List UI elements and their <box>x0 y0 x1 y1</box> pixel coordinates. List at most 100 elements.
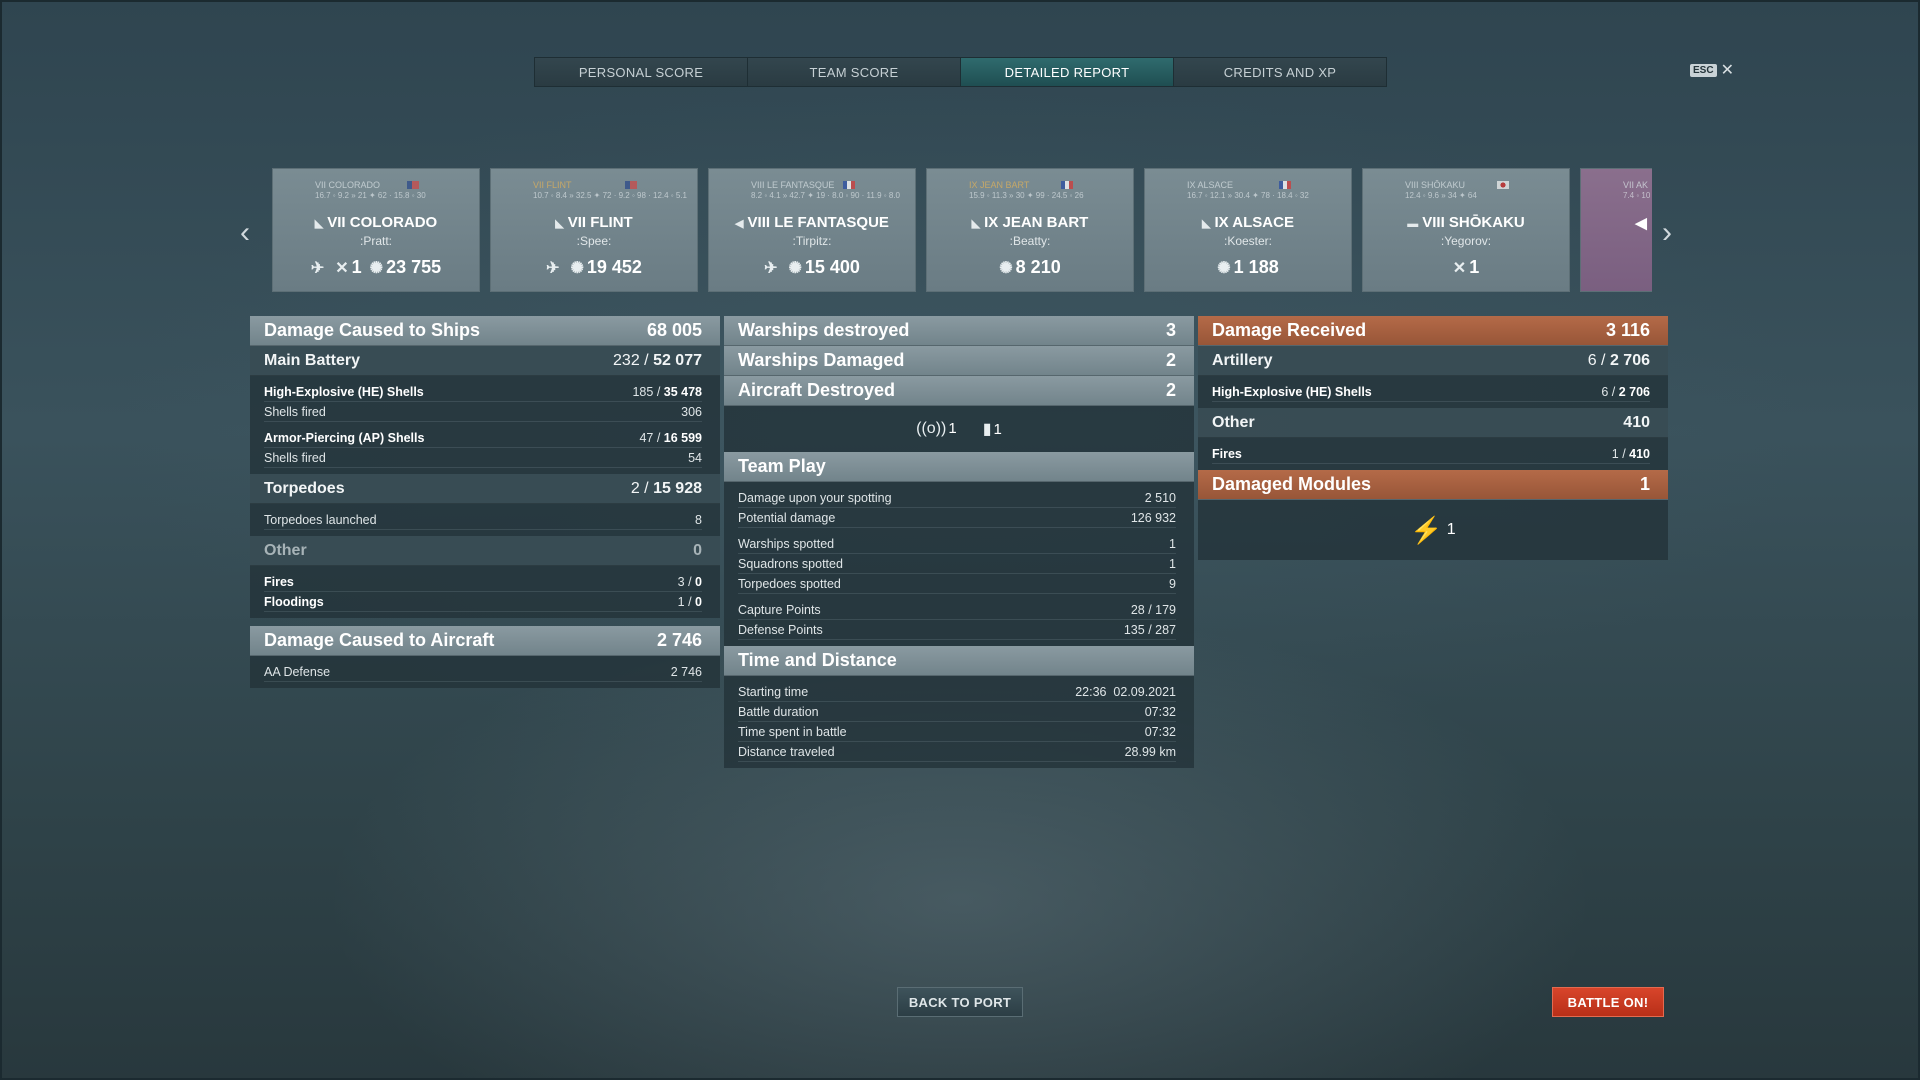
ship-tier: VIII <box>747 214 771 231</box>
ship-awards: ✺ 8 210 <box>927 257 1133 278</box>
time-distance-header: Time and Distance <box>724 646 1194 676</box>
team-play-row: Defense Points 135 / 287 <box>738 620 1176 640</box>
ship-class-icon: ◀ <box>1635 215 1647 232</box>
esc-close-button[interactable]: ESC ✕ <box>1690 60 1734 80</box>
received-other-details: Fires 1 / 410 <box>1198 438 1668 470</box>
ship-awards: ✈ ✕ 1 ✺ 23 755 <box>273 257 479 278</box>
damaged-modules-header: Damaged Modules 1 <box>1198 470 1668 500</box>
carousel-prev-arrow-icon[interactable]: ‹ <box>240 216 250 250</box>
team-play-header: Team Play <box>724 452 1194 482</box>
carousel-next-arrow-icon[interactable]: › <box>1662 216 1672 250</box>
battle-on-button[interactable]: BATTLE ON! <box>1552 987 1664 1017</box>
ship-card[interactable]: VIII SHŌKAKU 12.4 ◦ 9.6 » 34 ✦ 64 ▬ VIII … <box>1362 168 1570 292</box>
ship-tier: VIII <box>1422 214 1445 231</box>
damage-received-header: Damage Received 3 116 <box>1198 316 1668 346</box>
ship-card[interactable]: IX ALSACE 16.7 ◦ 12.1 » 30.4 ✦ 78 · 18.4… <box>1144 168 1352 292</box>
received-he-row: High-Explosive (HE) Shells 6 / 2 706 <box>1212 382 1650 402</box>
ship-tier: VII <box>567 214 587 231</box>
torpedoes-row: Torpedoes 2 / 15 928 <box>250 474 720 504</box>
kills-teamplay-panel: Warships destroyed 3 Warships Damaged 2 … <box>724 316 1194 768</box>
team-play-row: Capture Points 28 / 179 <box>738 600 1176 620</box>
ship-mini-stats: VIII SHŌKAKU 12.4 ◦ 9.6 » 34 ✦ 64 <box>1405 180 1509 208</box>
damage-ships-header: Damage Caused to Ships 68 005 <box>250 316 720 346</box>
close-icon[interactable]: ✕ <box>1721 60 1734 80</box>
ship-tiny-stats: 15.9 ◦ 11.3 » 30 ✦ 99 · 24.5 ◦ 26 <box>969 191 1084 200</box>
player-name: :Koester: <box>1223 234 1273 248</box>
ship-card[interactable]: VII COLORADO 16.7 ◦ 9.2 » 21 ✦ 62 · 15.8… <box>272 168 480 292</box>
ship-card[interactable]: VIII LE FANTASQUE 8.2 ◦ 4.1 » 42.7 ✦ 19 … <box>708 168 916 292</box>
ship-tier: VII <box>327 214 346 231</box>
player-name: :Tirpitz: <box>792 234 832 248</box>
plane-icon: ✈ <box>546 260 560 277</box>
ship-card[interactable]: VII FLINT 10.7 ◦ 8.4 » 32.5 ✦ 72 · 9.2 ◦… <box>490 168 698 292</box>
splash-icon: ✺ <box>788 260 802 277</box>
splash-icon: ✺ <box>369 260 384 277</box>
plane-x-icon: ✕ <box>1452 260 1467 277</box>
fires-row: Fires 3 / 0 <box>264 572 702 592</box>
main-battery-details: High-Explosive (HE) Shells 185 / 35 478 … <box>250 376 720 474</box>
ship-mini-name: VII FLINT <box>533 180 572 190</box>
ship-mini-stats: IX JEAN BART 15.9 ◦ 11.3 » 30 ✦ 99 · 24.… <box>969 180 1084 208</box>
flag-icon <box>1279 181 1291 189</box>
ship-name-text: ALSACE <box>1232 214 1294 231</box>
flag-icon <box>843 181 855 189</box>
ship-card[interactable]: VII AK 7.4 ◦ 10 ◀ [S <box>1580 168 1652 292</box>
damage-award: ✺ 8 210 <box>999 257 1061 277</box>
ship-tiny-stats: 16.7 ◦ 9.2 » 21 ✦ 62 · 15.8 ◦ 30 <box>315 191 426 200</box>
ship-awards: ✺ 1 188 <box>1145 257 1351 278</box>
ship-name: ◣ VII FLINT <box>491 214 697 231</box>
flag-icon <box>625 181 637 189</box>
tab-personal-score[interactable]: PERSONAL SCORE <box>535 58 748 86</box>
damage-aircraft-details: AA Defense 2 746 <box>250 656 720 688</box>
ship-mini-name: IX ALSACE <box>1187 180 1234 190</box>
team-play-details: Damage upon your spotting 2 510 Potential… <box>724 482 1194 646</box>
ship-mini-stats: VIII LE FANTASQUE 8.2 ◦ 4.1 » 42.7 ✦ 19 … <box>751 180 900 208</box>
warships-damaged-row: Warships Damaged 2 <box>724 346 1194 376</box>
ship-name-text: LE FANTASQUE <box>774 214 889 231</box>
ship-tier: IX <box>984 214 999 231</box>
time-distance-details: Starting time 22:36 02.09.2021 Battle dur… <box>724 676 1194 768</box>
ship-tiny-stats: 16.7 ◦ 12.1 » 30.4 ✦ 78 · 18.4 ◦ 32 <box>1187 191 1309 200</box>
ship-carousel: VII COLORADO 16.7 ◦ 9.2 » 21 ✦ 62 · 15.8… <box>272 168 1652 292</box>
tab-credits-and-xp[interactable]: CREDITS AND XP <box>1174 58 1386 86</box>
ap-shells-fired-row: Shells fired 54 <box>264 448 702 468</box>
ship-name: ◣ IX ALSACE <box>1145 214 1351 231</box>
warships-destroyed-row: Warships destroyed 3 <box>724 316 1194 346</box>
main-battery-label: Main Battery <box>264 351 361 369</box>
tab-team-score[interactable]: TEAM SCORE <box>748 58 961 86</box>
ship-class-icon: ◣ <box>971 218 981 230</box>
damage-aircraft-header: Damage Caused to Aircraft 2 746 <box>250 626 720 656</box>
esc-key-icon: ESC <box>1690 63 1717 77</box>
main-battery-row: Main Battery 232 / 52 077 <box>250 346 720 376</box>
time-row: Battle duration 07:32 <box>738 702 1176 722</box>
ship-mini-name: VIII LE FANTASQUE <box>751 180 835 190</box>
ship-awards: ✈ ✺ 15 400 <box>709 257 915 278</box>
radio-signal-icon: ((o)) <box>916 420 947 437</box>
time-row: Distance traveled 28.99 km <box>738 742 1176 762</box>
player-name: :Yegorov: <box>1440 234 1492 248</box>
tab-detailed-report[interactable]: DETAILED REPORT <box>961 58 1174 86</box>
artillery-row: Artillery 6 / 2 706 <box>1198 346 1668 376</box>
damage-caused-panel: Damage Caused to Ships 68 005 Main Batte… <box>250 316 720 688</box>
ship-awards: ✈ ✺ 19 452 <box>491 257 697 278</box>
ship-card[interactable]: IX JEAN BART 15.9 ◦ 11.3 » 30 ✦ 99 · 24.… <box>926 168 1134 292</box>
back-to-port-button[interactable]: BACK TO PORT <box>897 987 1023 1017</box>
ship-mini-stats: IX ALSACE 16.7 ◦ 12.1 » 30.4 ✦ 78 · 18.4… <box>1187 180 1309 208</box>
plane-shot-award: ✕ 1 <box>1452 257 1480 277</box>
aircraft-by-aa-award: ((o)) 1 <box>916 420 957 437</box>
ship-tier: IX <box>1214 214 1229 231</box>
ap-shells-row: Armor-Piercing (AP) Shells 47 / 16 599 <box>264 428 702 448</box>
damage-award: ✺ 23 755 <box>369 257 442 277</box>
damage-received-panel: Damage Received 3 116 Artillery 6 / 2 70… <box>1198 316 1668 560</box>
main-battery-hits: 232 <box>613 351 640 369</box>
ship-name-text: SHŌKAKU <box>1448 214 1525 231</box>
team-play-row: Potential damage 126 932 <box>738 508 1176 528</box>
ship-mini-stats: VII COLORADO 16.7 ◦ 9.2 » 21 ✦ 62 · 15.8… <box>315 180 426 208</box>
ship-name: ▬ VIII SHŌKAKU <box>1363 214 1569 231</box>
flag-icon <box>407 181 419 189</box>
team-play-row: Damage upon your spotting 2 510 <box>738 488 1176 508</box>
time-row: Time spent in battle 07:32 <box>738 722 1176 742</box>
aircraft-destroyed-icons: ((o)) 1 ▮ 1 <box>724 406 1194 452</box>
ship-name: ◣ VII COLORADO <box>273 214 479 231</box>
team-play-row: Torpedoes spotted 9 <box>738 574 1176 594</box>
